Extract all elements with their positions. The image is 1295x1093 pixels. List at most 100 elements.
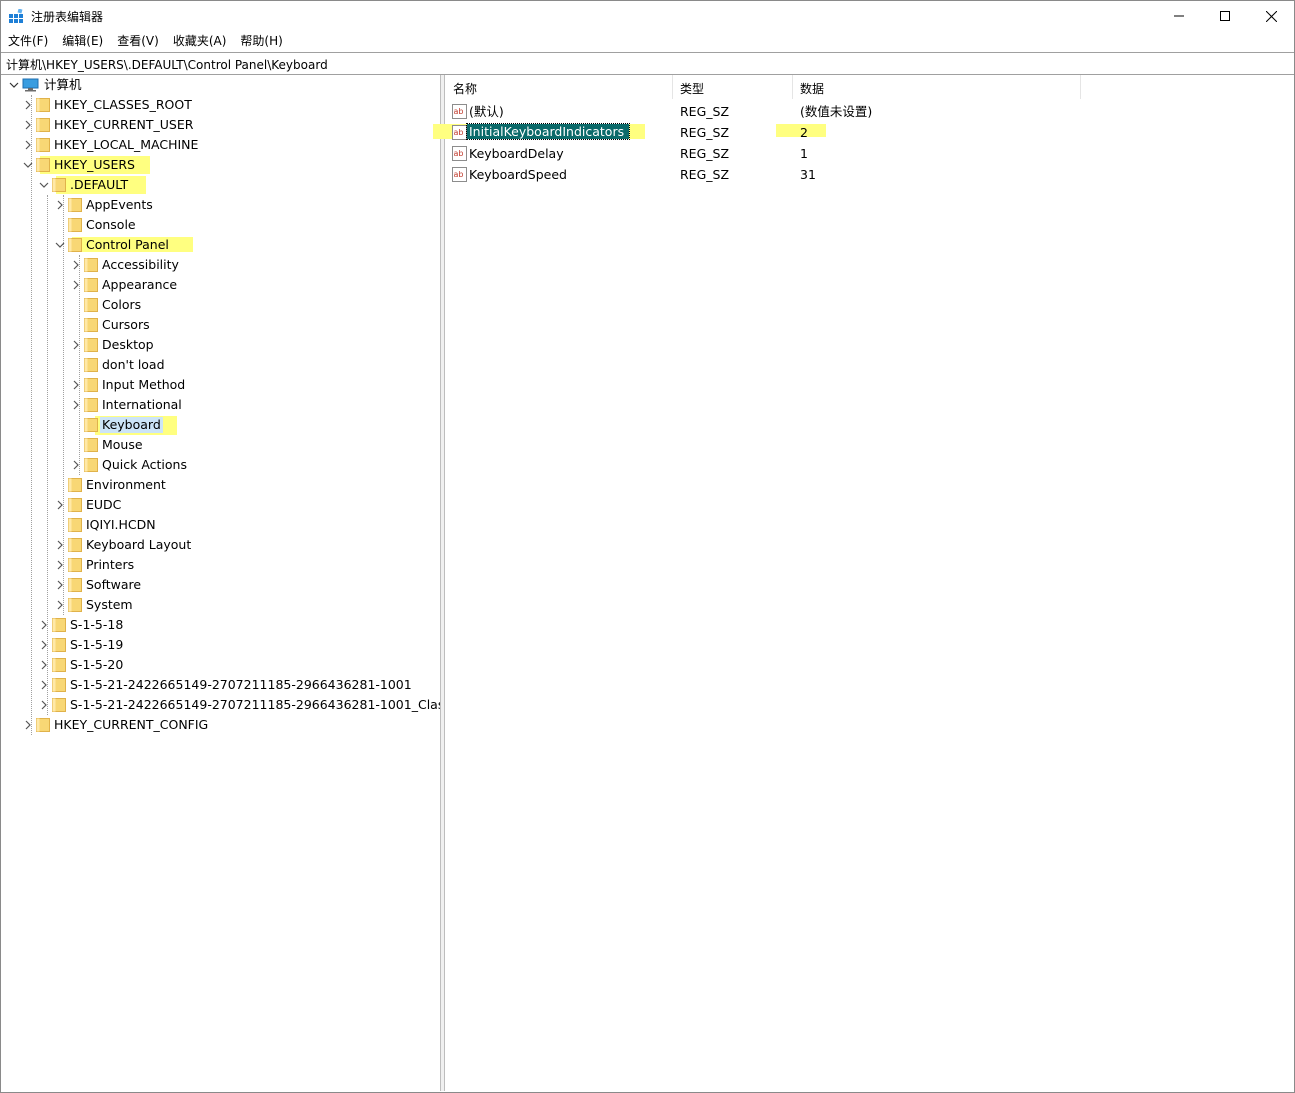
maximize-button[interactable] <box>1202 1 1248 31</box>
chevron-down-icon[interactable] <box>55 240 65 250</box>
chevron-right-icon[interactable] <box>23 120 33 130</box>
maximize-icon <box>1220 11 1230 21</box>
window-title: 注册表编辑器 <box>31 10 104 24</box>
key-tree-pane[interactable]: 计算机 HKEY_CLASSES_ROOT HKEY_CURRENT_USER HK… <box>2 75 441 1091</box>
tree-label: S-1-5-20 <box>70 657 124 672</box>
menu-file[interactable]: 文件(F) <box>1 31 55 51</box>
tree-node[interactable]: don't load <box>2 355 440 375</box>
tree-node[interactable]: Keyboard <box>2 415 440 435</box>
value-row[interactable]: ab (默认) REG_SZ (数值未设置) <box>446 101 1293 122</box>
string-value-icon: ab <box>452 167 467 182</box>
tree-node[interactable]: S-1-5-21-2422665149-2707211185-296643628… <box>2 675 440 695</box>
tree-node[interactable]: Mouse <box>2 435 440 455</box>
chevron-right-icon[interactable] <box>71 280 81 290</box>
chevron-right-icon[interactable] <box>55 200 65 210</box>
tree-node[interactable]: HKEY_CLASSES_ROOT <box>2 95 440 115</box>
chevron-right-icon[interactable] <box>23 100 33 110</box>
list-header: 名称 类型 数据 <box>446 75 1293 99</box>
chevron-right-icon[interactable] <box>55 580 65 590</box>
value-row[interactable]: ab KeyboardDelay REG_SZ 1 <box>446 143 1293 164</box>
column-header-name[interactable]: 名称 <box>446 75 673 99</box>
tree-node[interactable]: Accessibility <box>2 255 440 275</box>
chevron-right-icon[interactable] <box>39 620 49 630</box>
tree-label: Printers <box>86 557 135 572</box>
chevron-right-icon[interactable] <box>55 540 65 550</box>
values-list-pane[interactable]: 名称 类型 数据 ab (默认) REG_SZ (数值未设置) ab Initi… <box>433 75 1293 1091</box>
chevron-right-icon[interactable] <box>23 140 33 150</box>
tree-node[interactable]: AppEvents <box>2 195 440 215</box>
tree-node[interactable]: Console <box>2 215 440 235</box>
tree-label: S-1-5-19 <box>70 637 124 652</box>
tree-node[interactable]: Printers <box>2 555 440 575</box>
tree-label: International <box>102 397 182 412</box>
chevron-right-icon[interactable] <box>55 560 65 570</box>
tree-node[interactable]: .DEFAULT <box>2 175 440 195</box>
tree-node[interactable]: S-1-5-18 <box>2 615 440 635</box>
tree-node[interactable]: Input Method <box>2 375 440 395</box>
chevron-right-icon[interactable] <box>39 660 49 670</box>
menu-help[interactable]: 帮助(H) <box>233 31 289 51</box>
tree-node[interactable]: HKEY_LOCAL_MACHINE <box>2 135 440 155</box>
chevron-down-icon[interactable] <box>23 160 33 170</box>
address-bar[interactable]: 计算机\HKEY_USERS\.DEFAULT\Control Panel\Ke… <box>1 52 1294 75</box>
tree-node[interactable]: IQIYI.HCDN <box>2 515 440 535</box>
tree-label: IQIYI.HCDN <box>86 517 156 532</box>
tree-node[interactable]: S-1-5-20 <box>2 655 440 675</box>
value-row-selected[interactable]: ab InitialKeyboardIndicators REG_SZ 2 <box>446 122 1293 143</box>
tree-node[interactable]: Appearance <box>2 275 440 295</box>
tree-node[interactable]: EUDC <box>2 495 440 515</box>
tree-node[interactable]: Keyboard Layout <box>2 535 440 555</box>
tree-label: S-1-5-21-2422665149-2707211185-296643628… <box>70 677 412 692</box>
pane-splitter[interactable] <box>441 75 445 1091</box>
tree-node[interactable]: Control Panel <box>2 235 440 255</box>
menu-view[interactable]: 查看(V) <box>110 31 166 51</box>
chevron-right-icon[interactable] <box>39 640 49 650</box>
menu-edit[interactable]: 编辑(E) <box>55 31 110 51</box>
address-path[interactable]: 计算机\HKEY_USERS\.DEFAULT\Control Panel\Ke… <box>6 56 328 73</box>
folder-icon <box>68 598 82 612</box>
tree-node[interactable]: HKEY_CURRENT_CONFIG <box>2 715 440 735</box>
tree-node[interactable]: S-1-5-21-2422665149-2707211185-296643628… <box>2 695 440 715</box>
chevron-right-icon[interactable] <box>71 260 81 270</box>
chevron-right-icon[interactable] <box>71 400 81 410</box>
tree-label: HKEY_LOCAL_MACHINE <box>54 137 199 152</box>
chevron-right-icon[interactable] <box>71 340 81 350</box>
tree-node[interactable]: Desktop <box>2 335 440 355</box>
svg-text:ab: ab <box>454 128 464 137</box>
tree-label: Desktop <box>102 337 154 352</box>
tree-label: Colors <box>102 297 142 312</box>
chevron-right-icon[interactable] <box>39 680 49 690</box>
chevron-right-icon[interactable] <box>23 720 33 730</box>
menu-favorites[interactable]: 收藏夹(A) <box>166 31 234 51</box>
value-row[interactable]: ab KeyboardSpeed REG_SZ 31 <box>446 164 1293 185</box>
close-button[interactable] <box>1248 1 1294 31</box>
column-header-type[interactable]: 类型 <box>673 75 793 99</box>
column-header-data[interactable]: 数据 <box>793 75 1081 99</box>
tree-node[interactable]: Quick Actions <box>2 455 440 475</box>
tree-node[interactable]: S-1-5-19 <box>2 635 440 655</box>
tree-node[interactable]: Environment <box>2 475 440 495</box>
chevron-right-icon[interactable] <box>71 460 81 470</box>
tree-node[interactable]: Colors <box>2 295 440 315</box>
tree-node[interactable]: Cursors <box>2 315 440 335</box>
tree-label: System <box>86 597 133 612</box>
chevron-right-icon[interactable] <box>55 600 65 610</box>
svg-text:ab: ab <box>454 107 464 116</box>
folder-icon <box>84 378 98 392</box>
tree-node[interactable]: System <box>2 595 440 615</box>
folder-icon <box>68 558 82 572</box>
folder-icon <box>84 398 98 412</box>
tree-root-computer[interactable]: 计算机 <box>2 75 440 95</box>
chevron-right-icon[interactable] <box>71 380 81 390</box>
chevron-right-icon[interactable] <box>39 700 49 710</box>
tree-node[interactable]: HKEY_CURRENT_USER <box>2 115 440 135</box>
tree-label: Mouse <box>102 437 143 452</box>
tree-node[interactable]: Software <box>2 575 440 595</box>
chevron-down-icon[interactable] <box>39 180 49 190</box>
chevron-right-icon[interactable] <box>55 500 65 510</box>
minimize-button[interactable] <box>1156 1 1202 31</box>
folder-icon <box>52 178 66 192</box>
tree-node[interactable]: International <box>2 395 440 415</box>
chevron-down-icon[interactable] <box>9 80 19 90</box>
tree-node[interactable]: HKEY_USERS <box>2 155 440 175</box>
